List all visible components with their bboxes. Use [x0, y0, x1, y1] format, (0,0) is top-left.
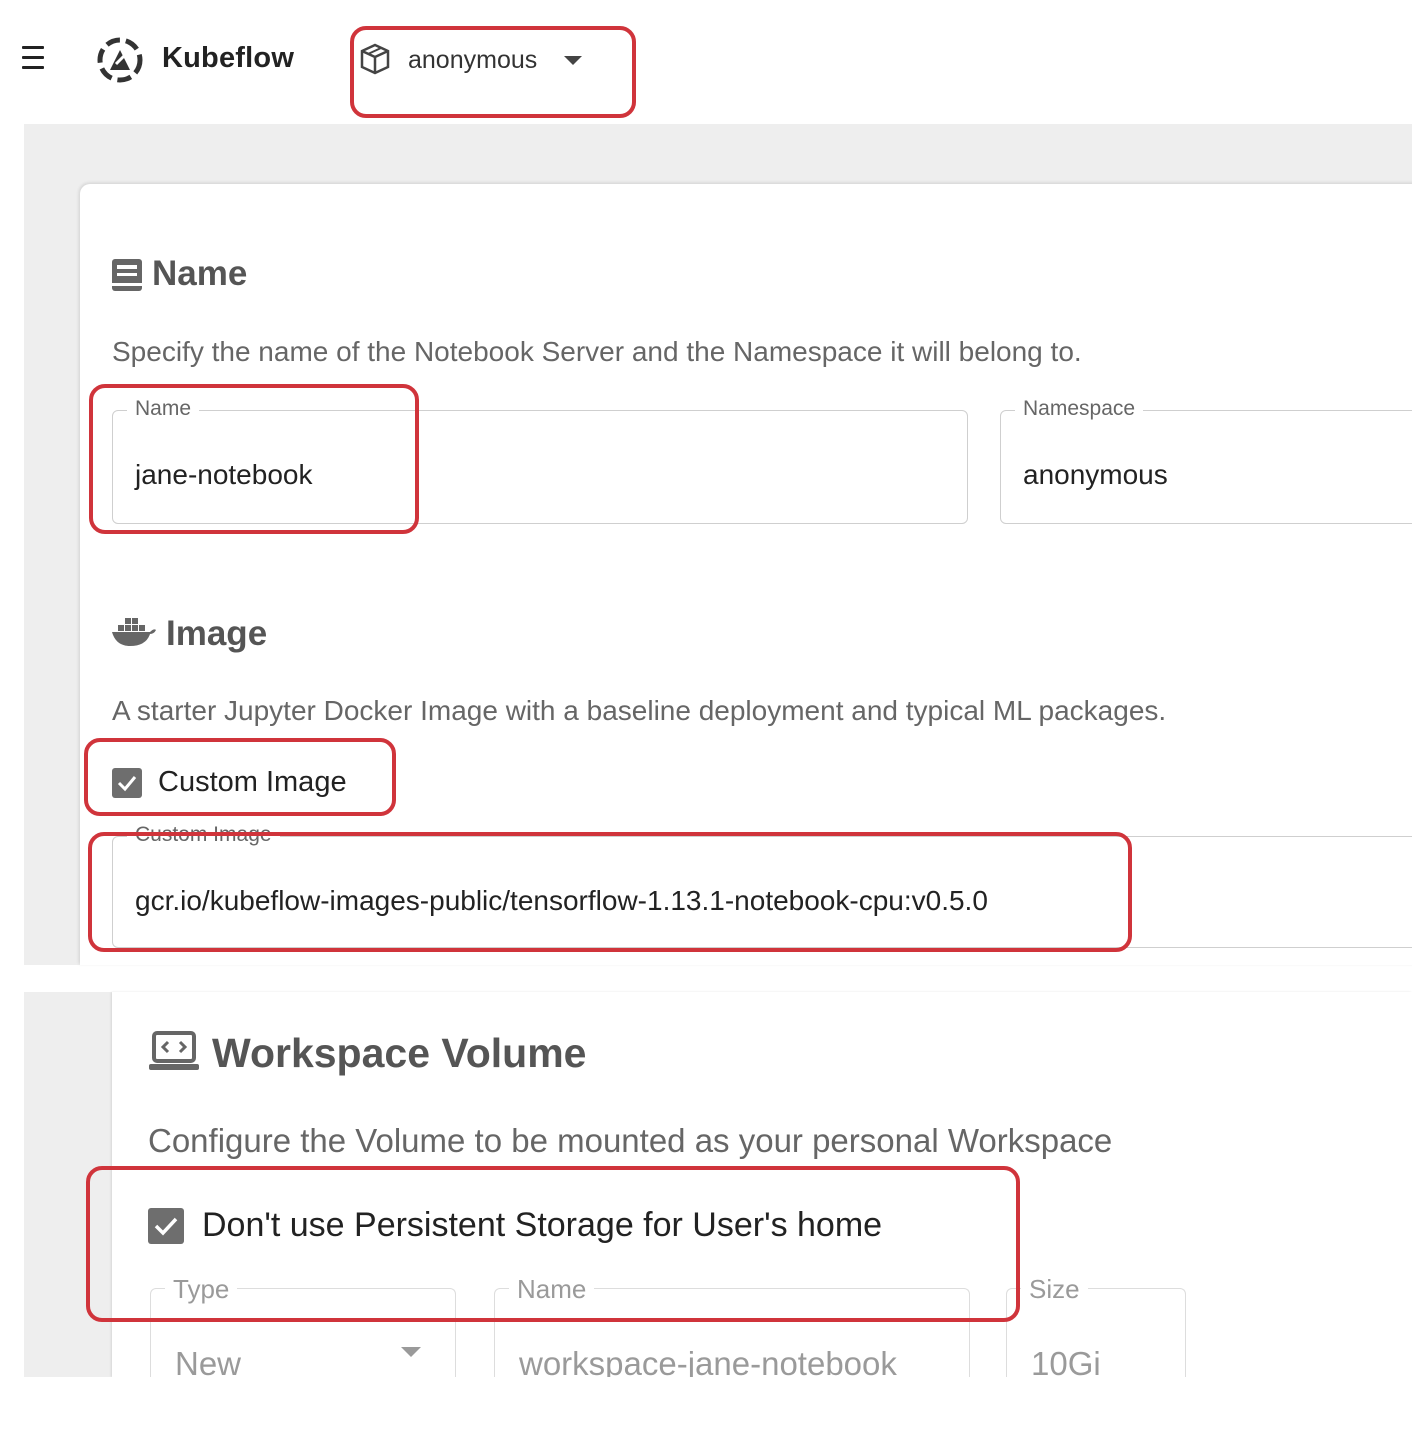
no-persistent-storage-checkbox[interactable] — [148, 1208, 184, 1244]
custom-image-input-label: Custom Image — [127, 823, 280, 847]
laptop-code-icon — [149, 1031, 199, 1070]
custom-image-checkbox[interactable] — [112, 768, 142, 798]
image-section-description: A starter Jupyter Docker Image with a ba… — [112, 695, 1167, 726]
volume-name-input[interactable]: Name workspace-jane-notebook — [494, 1274, 970, 1382]
notebook-icon — [112, 259, 142, 291]
namespace-input[interactable]: Namespace anonymous — [1000, 397, 1412, 524]
kubeflow-logo-icon[interactable] — [96, 36, 144, 84]
volume-name-label: Name — [509, 1274, 595, 1305]
custom-image-input-value: gcr.io/kubeflow-images-public/tensorflow… — [135, 885, 988, 916]
docker-whale-icon — [112, 618, 156, 646]
custom-image-input[interactable]: Custom Image gcr.io/kubeflow-images-publ… — [112, 823, 1412, 948]
workspace-section-title: Workspace Volume — [212, 1030, 587, 1076]
bottom-margin — [0, 1377, 1412, 1448]
custom-image-checkbox-label[interactable]: Custom Image — [158, 766, 347, 799]
app-name[interactable]: Kubeflow — [162, 42, 294, 75]
name-input-label: Name — [127, 397, 200, 421]
namespace-selector[interactable]: anonymous — [356, 40, 596, 84]
name-section-title: Name — [152, 254, 248, 293]
caret-down-icon — [401, 1347, 421, 1357]
volume-size-input[interactable]: Size 10Gi — [1006, 1274, 1186, 1382]
checkmark-icon — [154, 1217, 178, 1236]
workspace-section-description: Configure the Volume to be mounted as yo… — [148, 1122, 1113, 1159]
top-bar: Kubeflow anonymous — [0, 0, 1412, 124]
volume-type-select[interactable]: Type New — [150, 1274, 456, 1382]
checkmark-icon — [117, 776, 137, 792]
cube-icon — [360, 43, 390, 75]
volume-size-label: Size — [1021, 1274, 1088, 1305]
namespace-input-value: anonymous — [1023, 459, 1168, 490]
hamburger-menu-icon[interactable] — [22, 46, 44, 76]
namespace-input-label: Namespace — [1015, 397, 1144, 421]
no-persistent-storage-label[interactable]: Don't use Persistent Storage for User's … — [202, 1206, 882, 1245]
name-input-value: jane-notebook — [135, 459, 313, 490]
lower-page-background — [24, 992, 112, 1377]
volume-type-label: Type — [165, 1274, 238, 1305]
name-input[interactable]: Name jane-notebook — [112, 397, 968, 524]
caret-down-icon — [564, 56, 582, 65]
name-section-description: Specify the name of the Notebook Server … — [112, 336, 1082, 367]
namespace-selector-label: anonymous — [408, 46, 538, 74]
image-section-title: Image — [166, 614, 268, 653]
